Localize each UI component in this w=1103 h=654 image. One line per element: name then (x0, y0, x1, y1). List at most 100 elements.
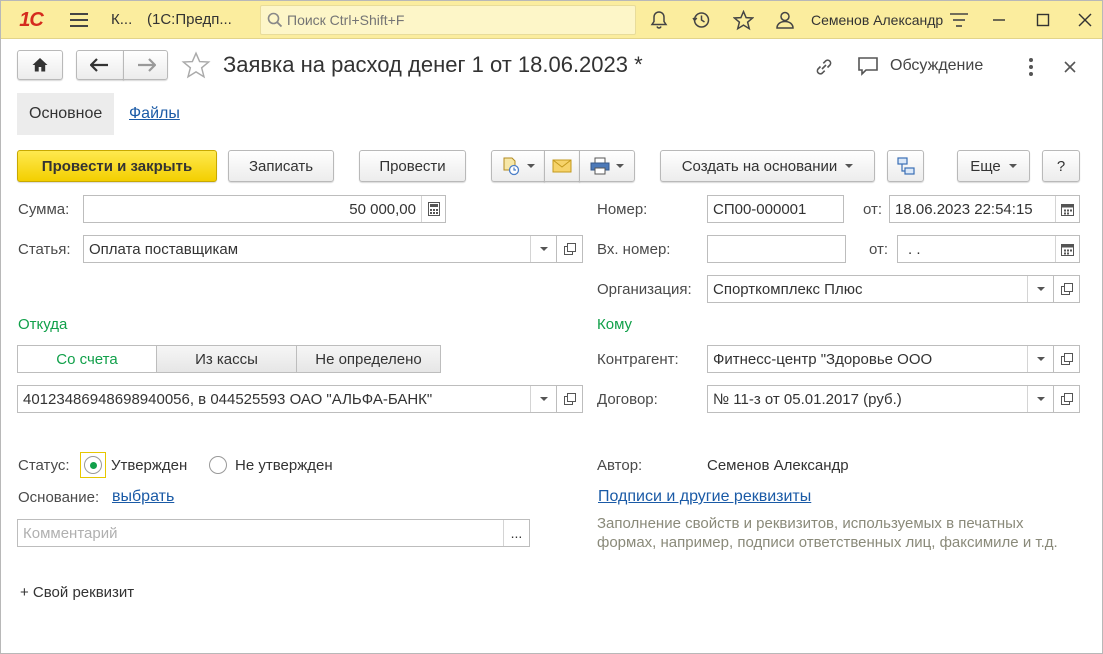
history-icon[interactable] (689, 9, 713, 31)
structure-button[interactable] (887, 150, 924, 182)
open-counterparty-icon[interactable] (1054, 345, 1080, 373)
home-button[interactable] (17, 50, 63, 80)
tab-main[interactable]: Основное (17, 93, 115, 135)
title-bar: 1С К... (1С:Предп... Семенов Александр (1, 1, 1102, 39)
organization-field[interactable]: Спорткомплекс Плюс (707, 275, 1054, 303)
more-label: Еще (970, 157, 1001, 175)
source-option-cash[interactable]: Из кассы (156, 345, 297, 373)
open-contract-icon[interactable] (1054, 385, 1080, 413)
calendar-icon[interactable] (1055, 196, 1079, 222)
in-date-value[interactable]: . . (898, 241, 1055, 258)
counterparty-value[interactable]: Фитнесс-центр "Здоровье ООО (708, 351, 1027, 368)
tab-files[interactable]: Файлы (117, 93, 192, 135)
calculator-icon[interactable] (421, 196, 445, 222)
basis-label: Основание: (18, 489, 100, 506)
contract-field[interactable]: № 11-з от 05.01.2017 (руб.) (707, 385, 1054, 413)
status-not-approved-radio[interactable] (209, 456, 227, 474)
send-email-button[interactable] (544, 150, 580, 182)
bell-icon[interactable] (647, 9, 671, 31)
sum-field[interactable]: 50 000,00 (83, 195, 446, 223)
open-article-icon[interactable] (557, 235, 583, 263)
chevron-down-icon[interactable] (1027, 386, 1053, 412)
bank-account-field[interactable]: 40123486948698940056, в 044525593 ОАО "А… (17, 385, 557, 413)
back-button[interactable] (76, 50, 124, 80)
open-organization-icon[interactable] (1054, 275, 1080, 303)
document-history-button[interactable] (491, 150, 545, 182)
bank-account-value[interactable]: 40123486948698940056, в 044525593 ОАО "А… (18, 391, 530, 408)
favorite-star-icon[interactable] (180, 50, 212, 80)
print-button[interactable] (579, 150, 635, 182)
chevron-down-icon[interactable] (1027, 346, 1053, 372)
chevron-down-icon[interactable] (1027, 276, 1053, 302)
counterparty-label: Контрагент: (597, 351, 679, 368)
create-based-on-label: Создать на основании (681, 157, 838, 175)
main-menu-icon[interactable] (67, 10, 91, 30)
in-date-from-label: от: (869, 241, 889, 258)
counterparty-field[interactable]: Фитнесс-центр "Здоровье ООО (707, 345, 1054, 373)
post-and-close-button[interactable]: Провести и закрыть (17, 150, 217, 182)
link-icon[interactable] (813, 56, 837, 78)
favorites-star-icon[interactable] (731, 9, 755, 31)
1c-logo[interactable]: 1С (9, 7, 53, 33)
author-label: Автор: (597, 457, 643, 474)
save-button[interactable]: Записать (228, 150, 334, 182)
close-form-icon[interactable] (1061, 58, 1079, 76)
comment-field[interactable]: Комментарий ... (17, 519, 530, 547)
comment-input[interactable]: Комментарий (18, 525, 503, 542)
app-title: (1С:Предп... (147, 11, 232, 28)
signatures-link[interactable]: Подписи и другие реквизиты (598, 488, 811, 506)
chevron-down-icon[interactable] (530, 386, 556, 412)
organization-value[interactable]: Спорткомплекс Плюс (708, 281, 1027, 298)
document-window: 1С К... (1С:Предп... Семенов Александр (0, 0, 1103, 654)
settings-menu-icon[interactable] (947, 9, 971, 31)
help-button[interactable]: ? (1042, 150, 1080, 182)
to-section-title: Кому (597, 316, 633, 333)
in-date-field[interactable]: . . (897, 235, 1080, 263)
calendar-icon[interactable] (1055, 236, 1079, 262)
maximize-icon[interactable] (1031, 9, 1055, 31)
discussion-label[interactable]: Обсуждение (890, 57, 983, 75)
post-button[interactable]: Провести (359, 150, 466, 182)
source-option-undefined[interactable]: Не определено (296, 345, 441, 373)
add-custom-attribute[interactable]: + Свой реквизит (20, 584, 134, 601)
status-not-approved-label[interactable]: Не утвержден (235, 457, 333, 474)
users-icon[interactable] (773, 9, 797, 31)
basis-select-link[interactable]: выбрать (112, 488, 174, 506)
in-number-field[interactable] (707, 235, 846, 263)
search-input[interactable] (287, 12, 627, 28)
number-field[interactable]: СП00-000001 (707, 195, 844, 223)
hierarchy-icon (896, 157, 915, 175)
status-approved-label[interactable]: Утвержден (111, 457, 187, 474)
chevron-down-icon[interactable] (530, 236, 556, 262)
source-option-account[interactable]: Со счета (17, 345, 157, 373)
more-options-icon[interactable] (1021, 56, 1041, 78)
in-number-label: Вх. номер: (597, 241, 671, 258)
create-based-on-button[interactable]: Создать на основании (660, 150, 875, 182)
date-from-label: от: (863, 201, 883, 218)
number-value[interactable]: СП00-000001 (708, 201, 843, 218)
status-approved-radio[interactable] (84, 456, 102, 474)
discussion-icon[interactable] (857, 56, 881, 78)
date-value[interactable]: 18.06.2023 22:54:15 (890, 201, 1055, 218)
comment-expand-button[interactable]: ... (503, 520, 529, 546)
organization-label: Организация: (597, 281, 692, 298)
current-user[interactable]: Семенов Александр (811, 12, 943, 28)
sum-value[interactable]: 50 000,00 (84, 201, 421, 218)
article-value[interactable]: Оплата поставщикам (84, 241, 530, 258)
from-section-title: Откуда (18, 316, 68, 333)
contract-value[interactable]: № 11-з от 05.01.2017 (руб.) (708, 391, 1027, 408)
sum-label: Сумма: (18, 201, 70, 218)
home-icon (32, 58, 48, 72)
close-window-icon[interactable] (1073, 9, 1097, 31)
date-field[interactable]: 18.06.2023 22:54:15 (889, 195, 1080, 223)
open-account-icon[interactable] (557, 385, 583, 413)
forward-button[interactable] (123, 50, 168, 80)
more-button[interactable]: Еще (957, 150, 1030, 182)
author-value: Семенов Александр (707, 457, 849, 474)
chevron-down-icon (527, 164, 535, 168)
article-field[interactable]: Оплата поставщикам (83, 235, 557, 263)
minimize-icon[interactable] (987, 9, 1011, 31)
search-box[interactable] (260, 5, 636, 35)
page-title: Заявка на расход денег 1 от 18.06.2023 * (223, 52, 643, 77)
arrow-left-icon (90, 58, 108, 72)
